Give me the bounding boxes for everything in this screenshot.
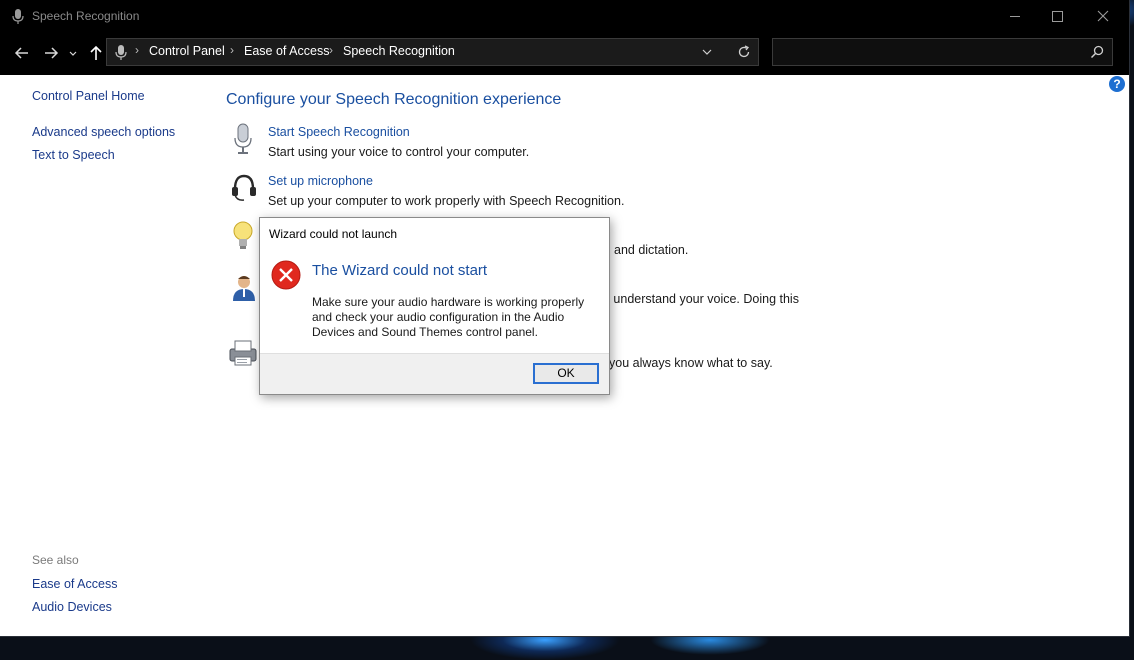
audio-devices-link[interactable]: Audio Devices <box>32 600 112 614</box>
breadcrumb-ease-of-access[interactable]: Ease of Access <box>244 44 329 58</box>
search-box[interactable] <box>772 38 1113 66</box>
breadcrumb-speech-recognition[interactable]: Speech Recognition <box>343 44 455 58</box>
see-also-heading: See also <box>32 553 79 567</box>
lightbulb-icon <box>233 221 253 249</box>
task-description: Set up your computer to work properly wi… <box>268 194 625 208</box>
forward-arrow-icon[interactable] <box>41 43 61 63</box>
dialog-title: Wizard could not launch <box>269 227 398 241</box>
breadcrumb-control-panel[interactable]: Control Panel <box>149 44 225 58</box>
dialog-message: Make sure your audio hardware is working… <box>312 295 585 339</box>
minimize-button[interactable] <box>992 0 1038 33</box>
back-arrow-icon[interactable] <box>12 43 32 63</box>
breadcrumb-separator: › <box>329 43 333 57</box>
search-icon <box>1090 45 1104 59</box>
breadcrumb-separator: › <box>135 43 139 57</box>
dialog-heading: The Wizard could not start <box>312 262 488 279</box>
close-button[interactable] <box>1080 0 1126 33</box>
task-description: and dictation. <box>614 243 689 257</box>
set-up-microphone-link[interactable]: Set up microphone <box>268 174 373 188</box>
user-icon <box>233 276 255 301</box>
task-description: you always know what to say. <box>609 356 773 370</box>
address-bar[interactable]: › Control Panel › Ease of Access › Speec… <box>106 38 759 66</box>
microphone-icon <box>234 123 252 154</box>
text-to-speech-link[interactable]: Text to Speech <box>32 148 115 162</box>
error-icon <box>271 260 301 290</box>
speech-recognition-window: Speech Recognition › Control Panel › Eas… <box>0 0 1129 636</box>
microphone-icon <box>115 45 127 60</box>
title-bar: Speech Recognition <box>0 0 1129 33</box>
recent-locations-chevron-icon[interactable] <box>66 43 80 63</box>
printer-icon <box>229 340 257 366</box>
advanced-speech-options-link[interactable]: Advanced speech options <box>32 125 175 139</box>
up-arrow-icon[interactable] <box>86 43 106 63</box>
breadcrumb-separator: › <box>230 43 234 57</box>
help-icon[interactable]: ? <box>1109 76 1125 92</box>
error-dialog: Wizard could not launch The Wizard could… <box>259 217 610 395</box>
maximize-button[interactable] <box>1038 0 1084 33</box>
close-icon <box>1097 10 1109 22</box>
ok-button[interactable]: OK <box>533 363 599 384</box>
headset-icon <box>232 174 256 201</box>
chevron-down-icon[interactable] <box>700 45 714 59</box>
page-heading: Configure your Speech Recognition experi… <box>226 91 562 108</box>
task-description: Start using your voice to control your c… <box>268 145 530 159</box>
navigation-bar: › Control Panel › Ease of Access › Speec… <box>0 33 1129 75</box>
control-panel-home-link[interactable]: Control Panel Home <box>32 89 145 103</box>
dialog-footer: OK <box>260 353 609 394</box>
microphone-icon <box>12 9 24 24</box>
start-speech-recognition-link[interactable]: Start Speech Recognition <box>268 125 410 139</box>
refresh-icon[interactable] <box>736 44 752 60</box>
window-title: Speech Recognition <box>32 9 140 23</box>
ease-of-access-link[interactable]: Ease of Access <box>32 577 117 591</box>
task-description: o understand your voice. Doing this <box>603 292 799 306</box>
